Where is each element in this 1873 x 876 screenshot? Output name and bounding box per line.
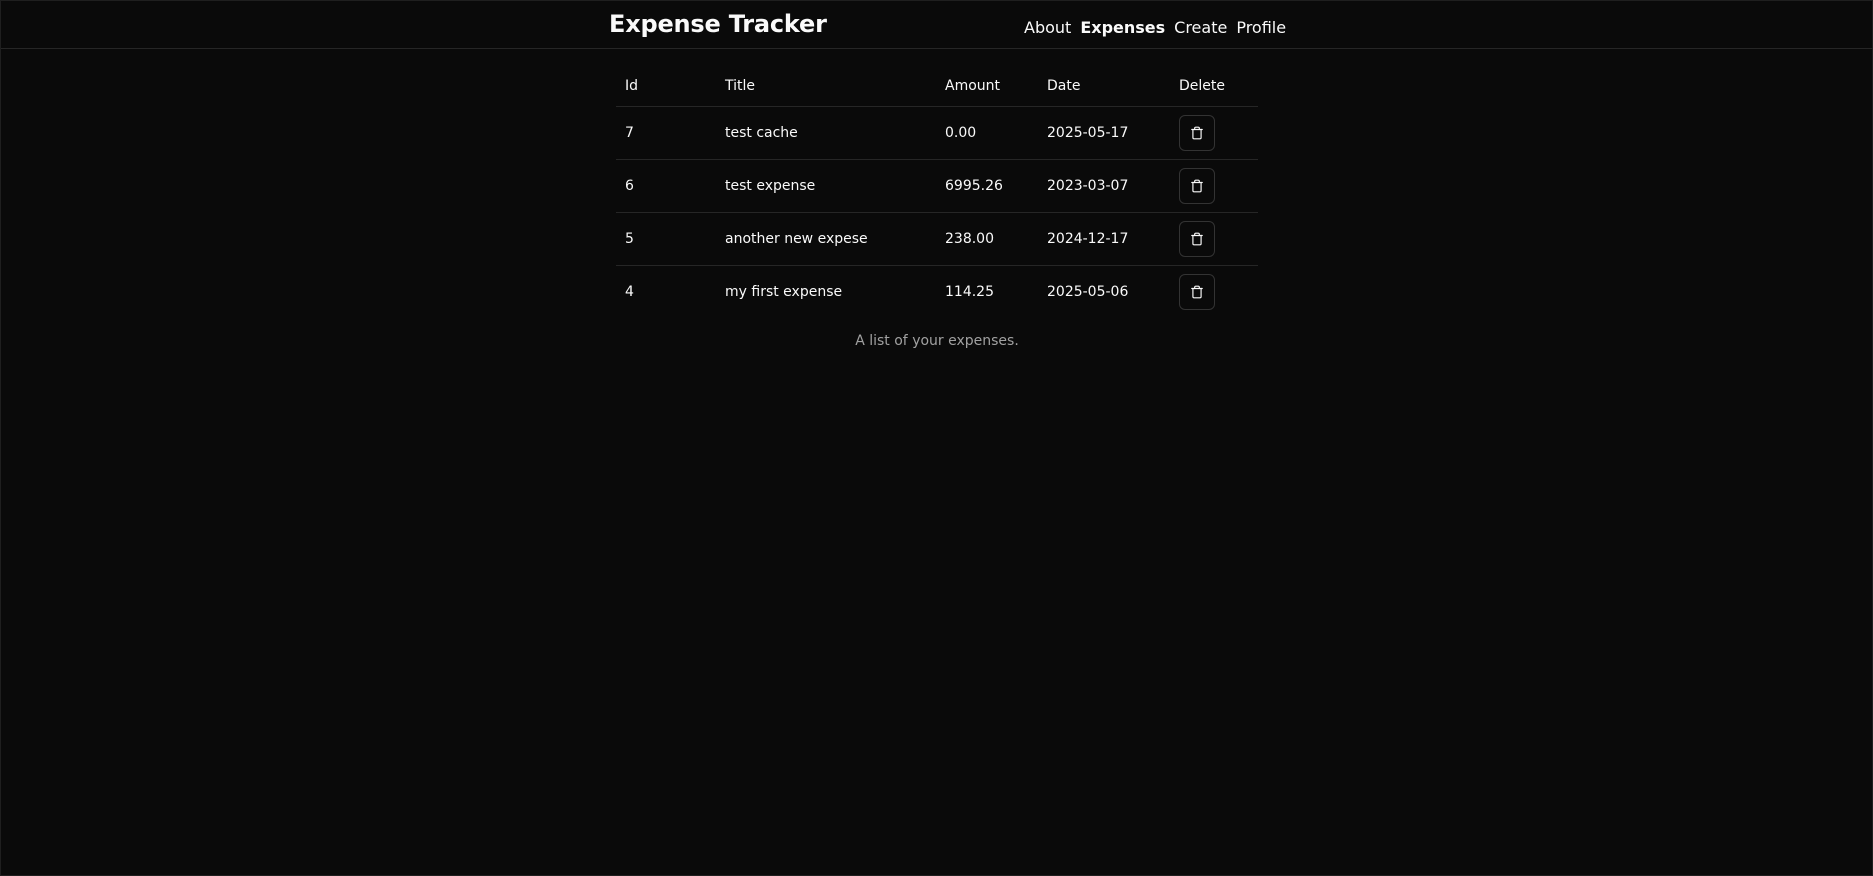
- cell-id: 6: [616, 159, 716, 213]
- cell-date: 2024-12-17: [1038, 212, 1170, 266]
- header-date: Date: [1038, 66, 1170, 107]
- cell-id: 5: [616, 212, 716, 266]
- expenses-table-container: Id Title Amount Date Delete 7 test cache…: [616, 66, 1258, 318]
- cell-amount: 114.25: [945, 284, 994, 300]
- cell-delete: [1170, 266, 1258, 319]
- trash-icon: [1191, 126, 1203, 140]
- cell-title: test expense: [716, 159, 936, 213]
- cell-amount: 238.00: [936, 212, 1038, 266]
- header-delete: Delete: [1170, 66, 1258, 107]
- cell-id: 4: [625, 284, 634, 300]
- table-row: 7 test cache 0.00 2025-05-17: [616, 106, 1258, 160]
- cell-amount: 0.00: [936, 106, 1038, 160]
- table-row: 6 test expense 6995.26 2023-03-07: [616, 159, 1258, 213]
- cell-date: 2025-05-17: [1038, 106, 1170, 160]
- app-frame: Expense Tracker About Expenses Create Pr…: [0, 0, 1873, 876]
- app-title[interactable]: Expense Tracker: [609, 10, 827, 38]
- table-body: 7 test cache 0.00 2025-05-17 6 test expe…: [616, 106, 1258, 319]
- cell-title: another new expese: [716, 212, 936, 266]
- cell-delete: [1170, 159, 1258, 213]
- header-id: Id: [616, 66, 716, 107]
- trash-icon: [1191, 232, 1203, 246]
- nav-about[interactable]: About: [1024, 18, 1071, 37]
- delete-button[interactable]: [1179, 168, 1215, 204]
- nav-create[interactable]: Create: [1174, 18, 1227, 37]
- header-amount: Amount: [936, 66, 1038, 107]
- cell-delete: [1170, 106, 1258, 160]
- cell-date: 2023-03-07: [1038, 159, 1170, 213]
- cell-title: test cache: [716, 106, 936, 160]
- delete-button[interactable]: [1179, 274, 1215, 310]
- delete-button[interactable]: [1179, 115, 1215, 151]
- cell-id: 7: [616, 106, 716, 160]
- nav-links: About Expenses Create Profile: [1024, 18, 1286, 37]
- trash-icon: [1191, 285, 1203, 299]
- header-title: Title: [716, 66, 936, 107]
- cell-delete: [1170, 212, 1258, 266]
- nav-expenses[interactable]: Expenses: [1080, 18, 1165, 37]
- cell-amount: 6995.26: [936, 159, 1038, 213]
- nav-profile[interactable]: Profile: [1236, 18, 1286, 37]
- cell-title: my first expense: [725, 284, 843, 300]
- top-navbar: Expense Tracker About Expenses Create Pr…: [1, 1, 1873, 49]
- table-caption: A list of your expenses.: [855, 333, 1019, 349]
- expenses-table: Id Title Amount Date Delete 7 test cache…: [616, 66, 1258, 318]
- trash-icon: [1191, 179, 1203, 193]
- table-row: 4 my first expense 114.25 2025-05-06: [616, 266, 1258, 319]
- cell-date: 2025-05-06: [1047, 284, 1129, 300]
- table-header: Id Title Amount Date Delete: [616, 66, 1258, 107]
- delete-button[interactable]: [1179, 221, 1215, 257]
- table-row: 5 another new expese 238.00 2024-12-17: [616, 212, 1258, 266]
- header-row: Id Title Amount Date Delete: [616, 66, 1258, 107]
